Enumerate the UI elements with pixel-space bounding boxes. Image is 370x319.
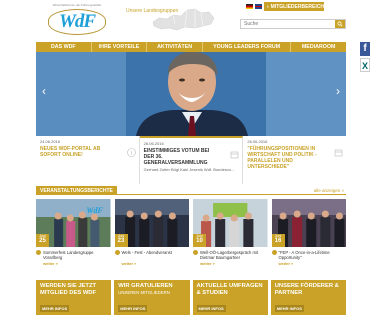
event-more-link[interactable]: weiter »: [200, 261, 215, 266]
event-title[interactable]: Well-OÖ-Lagerbergespräch mit Dietmar Bau…: [200, 250, 264, 260]
event-title[interactable]: Wels - Fest - Abendveranst: [122, 250, 186, 255]
tile-more-button[interactable]: MEHR INFOS: [118, 305, 148, 312]
news-date: 24.06.2016: [40, 139, 61, 144]
event-more-link[interactable]: weiter »: [279, 261, 294, 266]
nav-mediaroom[interactable]: MEDIAROOM: [291, 42, 346, 52]
events-heading: VERANSTALTUNGSBERICHTE: [36, 186, 117, 195]
news-title[interactable]: "Führungspositionen in Wirtschaft und Po…: [247, 146, 317, 170]
news-date: 26.06.2016: [247, 139, 268, 144]
member-area-label: MITGLIEDERBEREICH: [270, 3, 324, 10]
hero-slider[interactable]: ‹ ›: [36, 52, 346, 136]
tile-partners[interactable]: Unsere Förderer & Partner MEHR INFOS: [270, 280, 346, 315]
nav-aktivitaeten[interactable]: AKTIVITÄTEN: [147, 42, 203, 52]
event-more-link[interactable]: weiter »: [122, 261, 137, 266]
svg-text:i: i: [130, 151, 132, 157]
logo-tagline: Wirtschaftsforum der Führungskräfte: [52, 3, 102, 7]
news-row: 24.06.2016 Neues WdF-Portal ab sofort on…: [36, 136, 347, 184]
search-box: [240, 19, 346, 29]
tile-title: Werden Sie jetzt Mitglied des WdF: [40, 283, 97, 296]
event-date-badge: Juni 25: [36, 234, 49, 247]
tile-title: Aktuelle Umfragen & Studien: [196, 283, 263, 296]
event-card[interactable]: Juni 23 Wels - Fest - Abendveranst weite…: [114, 199, 189, 269]
news-title[interactable]: Einstimmiges Votum bei der 36. Generalve…: [144, 148, 214, 166]
nav-das-wdf[interactable]: DAS WDF: [36, 42, 92, 52]
tile-title: Unsere Förderer & Partner: [274, 283, 339, 296]
tile-surveys[interactable]: Aktuelle Umfragen & Studien MEHR INFOS: [192, 280, 268, 315]
search-icon: [337, 21, 343, 27]
logo-frame: WdF: [48, 9, 106, 35]
news-date: 26.06.2016: [143, 141, 164, 146]
info-icon: i: [126, 148, 136, 157]
event-card[interactable]: Juni 16 "FEP - A Once-in-a-Lifetime Oppo…: [271, 199, 346, 269]
xing-icon[interactable]: X: [360, 58, 370, 72]
tile-more-button[interactable]: MEHR INFOS: [274, 305, 304, 312]
event-title[interactable]: Sommerfest Landesgruppe Vorarlberg: [43, 250, 107, 260]
hero-portrait-image: [36, 52, 346, 136]
tile-congratulations[interactable]: Wir gratulieren unseren Mitgliedern MEHR…: [114, 280, 190, 315]
hero-next-arrow-icon[interactable]: ›: [334, 84, 342, 98]
event-logo-icon: [271, 250, 277, 255]
search-button[interactable]: [335, 20, 345, 28]
event-date-badge: Juni 23: [114, 234, 128, 247]
events-show-all-link[interactable]: alle anzeigen »: [314, 188, 344, 193]
main-nav: DAS WDF IHRE VORTEILE AKTIVITÄTEN YOUNG …: [36, 42, 346, 52]
nav-ihre-vorteile[interactable]: IHRE VORTEILE: [92, 42, 148, 52]
event-day: 16: [274, 238, 282, 244]
member-area-button[interactable]: MITGLIEDERBEREICH: [264, 2, 324, 11]
event-day: 10: [196, 238, 203, 244]
page: Wirtschaftsforum der Führungskräfte WdF …: [36, 0, 347, 319]
wdf-logo[interactable]: Wirtschaftsforum der Führungskräfte WdF: [42, 4, 112, 38]
news-item[interactable]: 24.06.2016 Neues WdF-Portal ab sofort on…: [36, 136, 140, 184]
logo-text: WdF: [58, 11, 96, 32]
tile-membership[interactable]: Werden Sie jetzt Mitglied des WdF MEHR I…: [36, 280, 112, 315]
event-logo-icon: [193, 250, 198, 255]
nav-young-leaders-forum[interactable]: YOUNG LEADERS FORUM: [203, 42, 292, 52]
lock-icon: [267, 5, 269, 8]
news-title[interactable]: Neues WdF-Portal ab sofort online!: [40, 146, 110, 158]
event-card[interactable]: WdF Juni 25 Sommerfest Landesgruppe Vora…: [36, 199, 111, 269]
tile-subtitle: unseren Mitgliedern: [118, 289, 170, 295]
flag-german-icon[interactable]: [246, 4, 253, 9]
tile-more-button[interactable]: MEHR INFOS: [40, 305, 70, 312]
event-date-badge: Juni 10: [193, 234, 206, 247]
event-card[interactable]: Juni 10 Well-OÖ-Lagerbergespräch mit Die…: [193, 199, 268, 269]
event-more-link[interactable]: weiter »: [43, 261, 58, 266]
event-day: 25: [39, 238, 46, 244]
news-item[interactable]: 26.06.2016 Einstimmiges Votum bei der 36…: [139, 136, 244, 184]
event-logo-icon: [114, 250, 120, 255]
event-day: 23: [117, 238, 125, 244]
news-item[interactable]: 26.06.2016 "Führungspositionen in Wirtsc…: [243, 136, 347, 184]
search-input[interactable]: [241, 20, 335, 28]
calendar-icon: [334, 149, 343, 157]
tile-more-button[interactable]: MEHR INFOS: [196, 305, 226, 312]
flag-english-icon[interactable]: [255, 4, 262, 9]
events-header: VERANSTALTUNGSBERICHTE alle anzeigen »: [36, 186, 346, 195]
news-excerpt: Gerhard Zotter Bügl Kahl Jesenik Wdf. Bu…: [143, 167, 235, 172]
facebook-icon[interactable]: f: [360, 42, 370, 56]
event-logo-icon: [36, 250, 41, 255]
austria-map-icon[interactable]: [151, 4, 216, 34]
event-date-badge: Juni 16: [271, 234, 285, 247]
calendar-icon: [231, 151, 239, 159]
promo-tiles: Werden Sie jetzt Mitglied des WdF MEHR I…: [36, 280, 346, 315]
events-row: WdF Juni 25 Sommerfest Landesgruppe Vora…: [36, 199, 346, 269]
event-title[interactable]: "FEP - A Once-in-a-Lifetime Opportunity": [279, 250, 343, 260]
hero-prev-arrow-icon[interactable]: ‹: [40, 84, 48, 98]
social-links: f X: [360, 42, 370, 72]
